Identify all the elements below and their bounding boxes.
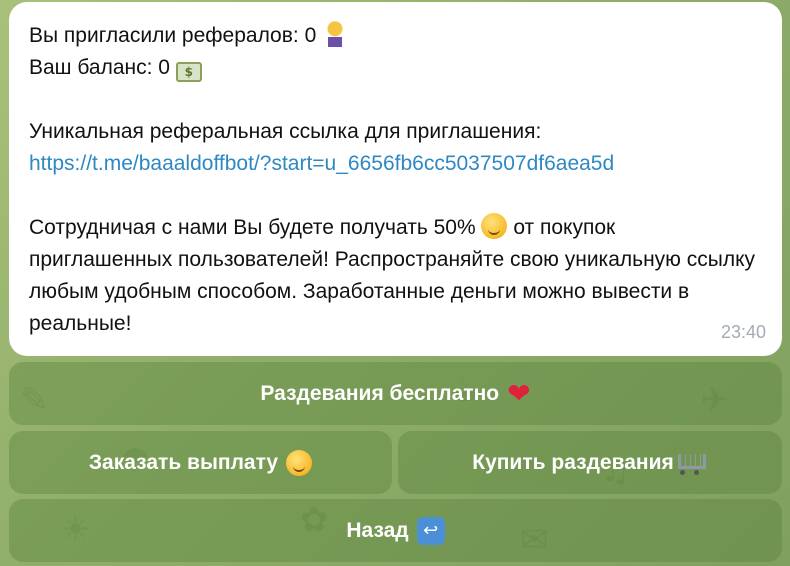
referrals-count-line: Вы пригласили рефералов: 0 [29,20,762,52]
request-payout-label: Заказать выплату [88,450,279,474]
buy-undressing-button[interactable]: Купить раздевания [398,431,782,494]
return-arrow-icon: ↩ [416,516,445,545]
referrals-count-text: Вы пригласили рефералов: 0 [29,24,317,47]
referral-link-caption: Уникальная реферальная ссылка для пригла… [29,120,542,143]
shopping-cart-icon [674,450,708,476]
back-label: Назад [346,518,409,542]
balance-line: Ваш баланс: 0 $ [29,52,762,84]
buy-undressing-label: Купить раздевания [472,450,674,474]
request-payout-button[interactable]: Заказать выплату [9,431,392,494]
referral-link[interactable]: https://t.me/baaaldoffbot/?start=u_6656f… [29,152,614,175]
money-bill-icon: $ [175,62,202,82]
back-button[interactable]: Назад ↩ [9,499,782,562]
heart-icon: ❤ [507,376,531,410]
free-undressing-button[interactable]: Раздевания бесплатно ❤ [9,362,782,425]
balance-text: Ваш баланс: 0 [29,56,170,79]
smiling-face-icon [286,449,313,476]
person-with-dollar-icon [322,21,349,47]
description-text-start: Сотрудничая с нами Вы будете получать 50… [29,216,476,239]
message-bubble: Вы пригласили рефералов: 0 Ваш баланс: 0… [9,2,782,356]
free-undressing-label: Раздевания бесплатно [260,381,500,405]
smirking-face-icon [481,213,508,239]
message-timestamp: 23:40 [720,322,766,342]
description-paragraph: Сотрудничая с нами Вы будете получать 50… [29,212,757,340]
